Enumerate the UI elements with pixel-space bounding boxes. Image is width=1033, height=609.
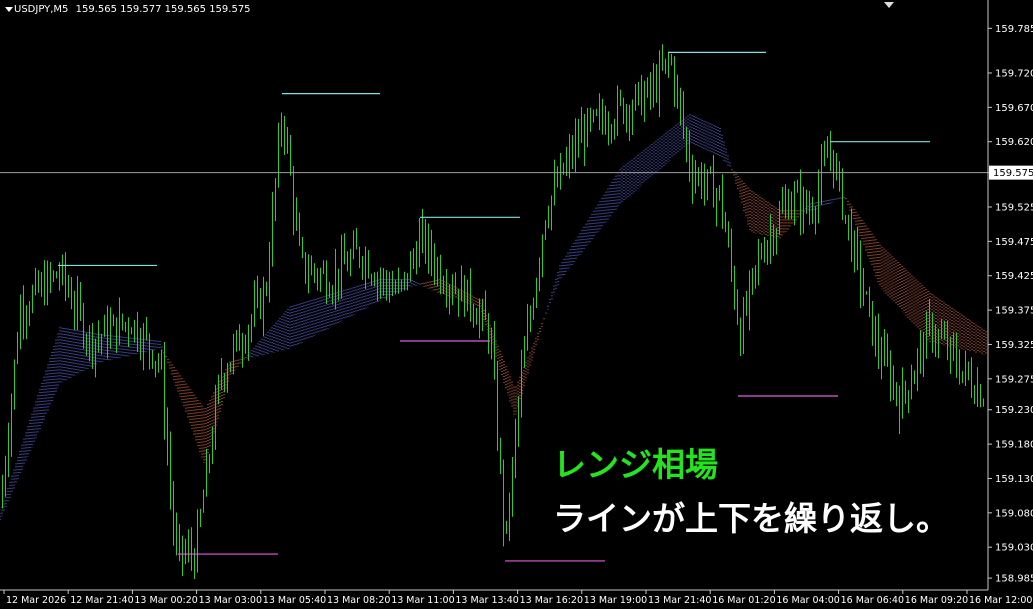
x-tick-label: 13 Mar 16:20 [520,595,583,606]
x-tick-label: 13 Mar 00:20 [134,595,197,606]
current-price-value: 159.575 [993,168,1033,179]
symbol-label: USDJPY,M5 [14,4,69,15]
x-tick-label: 13 Mar 05:40 [263,595,326,606]
y-tick-label: 159.325 [995,340,1033,351]
y-tick-label: 159.670 [995,103,1033,114]
range-lines [58,51,930,562]
y-tick-label: 159.525 [995,203,1033,214]
y-tick-label: 159.620 [995,137,1033,148]
y-tick-label: 159.720 [995,68,1033,79]
y-tick-label: 159.130 [995,474,1033,485]
y-tick-label: 159.425 [995,271,1033,282]
y-tick-label: 158.985 [995,574,1033,585]
x-tick-label: 16 Mar 01:20 [712,595,775,606]
x-tick-label: 12 Mar 21:40 [70,595,133,606]
x-tick-label: 13 Mar 03:00 [199,595,262,606]
y-tick-label: 159.375 [995,306,1033,317]
y-tick-label: 159.275 [995,374,1033,385]
x-tick-label: 13 Mar 21:40 [648,595,711,606]
y-tick-label: 159.180 [995,440,1033,451]
chart-header: USDJPY,M5 159.565 159.577 159.565 159.57… [6,4,251,15]
x-tick-label: 13 Mar 13:40 [455,595,518,606]
x-tick-label: 13 Mar 08:20 [327,595,390,606]
x-tick-label: 16 Mar 04:00 [776,595,839,606]
moving-average-ribbon [0,114,987,521]
x-tick-label: 13 Mar 11:00 [391,595,454,606]
y-tick-label: 159.080 [995,508,1033,519]
caption-range-market: レンジ相場 [553,445,718,484]
y-tick-label: 159.030 [995,543,1033,554]
y-tick-label: 159.785 [995,24,1033,35]
x-tick-label: 12 Mar 2026 [6,595,66,606]
y-tick-label: 159.475 [995,237,1033,248]
x-tick-label: 16 Mar 12:00 [969,595,1032,606]
caption-description: ラインが上下を繰り返し。 [553,499,949,538]
current-price-label: 159.575 [989,165,1033,180]
y-tick-label: 159.230 [995,405,1033,416]
x-axis: 12 Mar 2026 12 Mar 21:40 13 Mar 00:20 13 Ma… [3,590,1032,606]
x-tick-label: 13 Mar 19:00 [584,595,647,606]
ohlc-readout: 159.565 159.577 159.565 159.575 [75,4,251,15]
x-tick-label: 16 Mar 09:20 [905,595,968,606]
shift-marker-icon[interactable] [884,2,894,8]
x-tick-label: 16 Mar 06:40 [841,595,904,606]
